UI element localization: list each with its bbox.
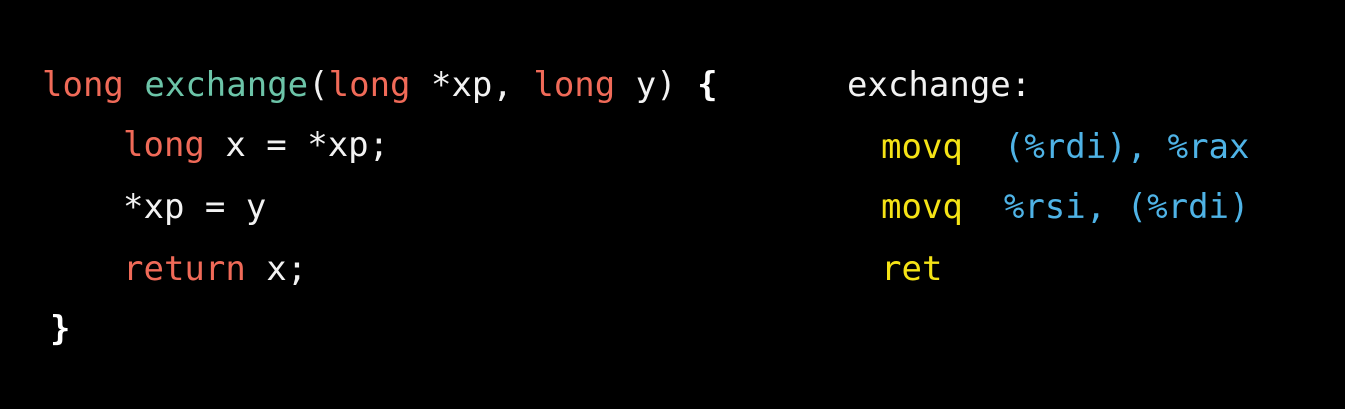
local-type-keyword: long [123, 125, 205, 165]
return-type-keyword: long [42, 65, 124, 105]
param2-type-keyword: long [533, 65, 616, 105]
c-line-3: *xp = y [123, 190, 266, 224]
c-line-5: } [50, 312, 70, 346]
c-line-4: return x; [123, 252, 307, 286]
open-brace: { [697, 65, 718, 105]
return-value: x; [245, 249, 308, 289]
asm-opcode: movq [881, 127, 963, 167]
close-brace: } [50, 309, 71, 349]
return-keyword: return [123, 249, 246, 289]
local-decl: x = *xp; [204, 125, 390, 165]
asm-operands: %rsi, (%rdi) [1003, 187, 1250, 227]
c-line-2: long x = *xp; [123, 128, 389, 162]
asm-instruction-row: ret [881, 252, 942, 286]
param1-type-keyword: long [328, 65, 411, 105]
asm-instruction-row: movq %rsi, (%rdi) [881, 190, 1249, 224]
c-line-1: long exchange(long *xp, long y) { [42, 68, 718, 102]
param1-name: *xp, [410, 65, 534, 105]
param2-name: y) [615, 65, 698, 105]
asm-instruction-row: movq (%rdi), %rax [881, 130, 1249, 164]
assign-stmt: *xp = y [123, 187, 267, 227]
asm-opcode: movq [881, 187, 963, 227]
open-paren: ( [308, 65, 329, 105]
asm-operands: (%rdi), %rax [1003, 127, 1250, 167]
asm-opcode: ret [881, 249, 943, 289]
asm-label: exchange: [847, 65, 1032, 105]
function-name: exchange [144, 65, 309, 105]
